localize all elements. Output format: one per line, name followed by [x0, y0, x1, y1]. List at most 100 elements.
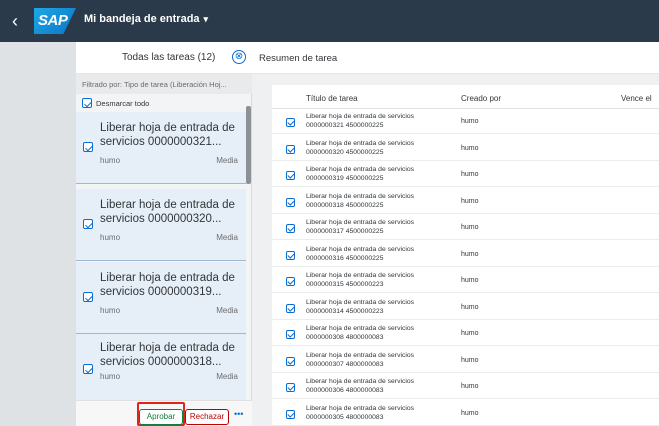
sap-logo[interactable]: SAP [34, 8, 76, 34]
table-header: Título de tarea Creado por Vence el [272, 85, 659, 109]
table-row[interactable]: Liberar hoja de entrada de servicios 0000… [272, 162, 659, 187]
master-footer: Aprobar Rechazar ••• [76, 400, 252, 426]
item-title-line1: Liberar hoja de entrada de [100, 199, 235, 211]
row-created-by: humo [461, 303, 479, 311]
shell-bar: ‹ SAP Mi bandeja de entrada ▾ [0, 0, 659, 42]
row-title-line2: 0000000320 4500000225 [306, 148, 384, 156]
checkbox-icon[interactable] [82, 98, 92, 108]
caret-down-icon: ▾ [203, 14, 209, 24]
list-item[interactable]: Liberar hoja de entrada de servicios 000… [76, 189, 246, 261]
column-header-due[interactable]: Vence el [621, 94, 652, 103]
row-title-line1: Liberar hoja de entrada de servicios [306, 378, 415, 385]
row-created-by: humo [461, 171, 479, 178]
item-checkbox[interactable] [83, 142, 93, 152]
row-title-line2: 0000000307 4800000083 [306, 360, 384, 368]
table-row[interactable]: Liberar hoja de entrada de servicios 0000… [272, 268, 659, 293]
table-row[interactable]: Liberar hoja de entrada de servicios 0000… [272, 215, 659, 240]
table-row[interactable]: Liberar hoja de entrada de servicios 0000… [272, 348, 659, 373]
app-title: Mi bandeja de entrada [84, 13, 200, 25]
row-checkbox[interactable] [286, 224, 295, 233]
item-checkbox[interactable] [83, 292, 93, 302]
row-title-line2: 0000000315 4500000223 [306, 281, 384, 288]
clear-filter-icon[interactable]: ⊗ [232, 50, 246, 64]
item-checkbox[interactable] [83, 219, 93, 229]
item-priority: Media [216, 233, 238, 242]
table-row[interactable]: Liberar hoja de entrada de servicios 0000… [272, 401, 659, 426]
table-row[interactable]: Liberar hoja de entrada de servicios 0000… [272, 109, 659, 134]
row-title-line1: Liberar hoja de entrada de servicios [306, 245, 415, 253]
row-checkbox[interactable] [286, 330, 295, 339]
list-item[interactable]: Liberar hoja de entrada de servicios 000… [76, 262, 246, 334]
row-title-line1: Liberar hoja de entrada de servicios [306, 139, 415, 147]
row-title-line2: 0000000314 4500000223 [306, 307, 384, 315]
task-table: Título de tarea Creado por Vence el Libe… [272, 85, 659, 426]
row-created-by: humo [461, 277, 479, 284]
item-title-line1: Liberar hoja de entrada de [100, 122, 235, 134]
row-created-by: humo [461, 330, 479, 337]
table-row[interactable]: Liberar hoja de entrada de servicios 0000… [272, 136, 659, 161]
detail-header: Resumen de tarea [252, 42, 659, 74]
table-row[interactable]: Liberar hoja de entrada de servicios 0000… [272, 374, 659, 399]
table-row[interactable]: Liberar hoja de entrada de servicios 0000… [272, 189, 659, 214]
table-row[interactable]: Liberar hoja de entrada de servicios 0000… [272, 295, 659, 320]
row-title-line1: Liberar hoja de entrada de servicios [306, 219, 415, 226]
item-owner: humo [100, 233, 121, 242]
logo-text: SAP [38, 12, 68, 29]
row-checkbox[interactable] [286, 277, 295, 286]
table-area: Título de tarea Creado por Vence el Libe… [252, 74, 659, 426]
item-checkbox[interactable] [83, 364, 93, 374]
row-title-line2: 0000000316 4500000225 [306, 254, 384, 262]
row-created-by: humo [461, 224, 479, 231]
item-priority: Media [216, 306, 238, 315]
item-priority: Media [216, 156, 238, 165]
row-created-by: humo [461, 144, 479, 152]
row-title-line2: 0000000308 4800000083 [306, 334, 384, 341]
master-header: Todas las tareas (12) ⊗ [76, 42, 252, 74]
row-checkbox[interactable] [286, 197, 295, 207]
row-checkbox[interactable] [286, 118, 295, 127]
row-title-line2: 0000000305 4800000083 [306, 413, 384, 421]
chevron-left-icon[interactable]: ‹ [12, 11, 32, 31]
row-title-line1: Liberar hoja de entrada de servicios [306, 192, 415, 200]
row-title-line1: Liberar hoja de entrada de servicios [306, 272, 415, 279]
row-checkbox[interactable] [286, 356, 295, 366]
item-title-line2: servicios 0000000321... [100, 136, 222, 148]
row-title-line2: 0000000318 4500000225 [306, 201, 384, 209]
row-checkbox[interactable] [286, 171, 295, 180]
row-title-line2: 0000000319 4500000225 [306, 175, 384, 182]
item-title-line1: Liberar hoja de entrada de [100, 342, 235, 354]
item-owner: humo [100, 372, 121, 381]
approve-button[interactable]: Aprobar [139, 409, 183, 425]
more-icon[interactable]: ••• [234, 409, 243, 419]
row-checkbox[interactable] [286, 144, 295, 154]
table-row[interactable]: Liberar hoja de entrada de servicios 0000… [272, 321, 659, 346]
row-title-line1: Liberar hoja de entrada de servicios [306, 325, 415, 332]
row-checkbox[interactable] [286, 303, 295, 313]
column-header-created-by[interactable]: Creado por [461, 94, 501, 103]
item-title-line2: servicios 0000000319... [100, 286, 222, 298]
filter-info-bar[interactable]: Filtrado por: Tipo de tarea (Liberación … [76, 74, 252, 94]
deselect-all-checkbox[interactable]: Desmarcar todo [82, 96, 149, 110]
column-header-title[interactable]: Título de tarea [306, 94, 358, 103]
row-created-by: humo [461, 118, 479, 125]
row-created-by: humo [461, 250, 479, 258]
master-title: Todas las tareas (12) [122, 52, 216, 63]
row-created-by: humo [461, 409, 479, 417]
row-created-by: humo [461, 356, 479, 364]
reject-button[interactable]: Rechazar [185, 409, 229, 425]
app-title-menu[interactable]: Mi bandeja de entrada ▾ [84, 13, 208, 25]
row-created-by: humo [461, 383, 479, 390]
left-gutter [0, 42, 76, 426]
item-title-line1: Liberar hoja de entrada de [100, 272, 235, 284]
list-item[interactable]: Liberar hoja de entrada de servicios 000… [76, 112, 246, 184]
row-checkbox[interactable] [286, 383, 295, 392]
row-title-line1: Liberar hoja de entrada de servicios [306, 113, 415, 120]
list-item[interactable]: Liberar hoja de entrada de servicios 000… [76, 334, 246, 406]
list-scrollbar[interactable] [246, 106, 251, 184]
row-title-line1: Liberar hoja de entrada de servicios [306, 351, 415, 359]
table-row[interactable]: Liberar hoja de entrada de servicios 0000… [272, 242, 659, 267]
row-checkbox[interactable] [286, 409, 295, 419]
row-created-by: humo [461, 197, 479, 205]
item-priority: Media [216, 372, 238, 381]
row-checkbox[interactable] [286, 250, 295, 260]
